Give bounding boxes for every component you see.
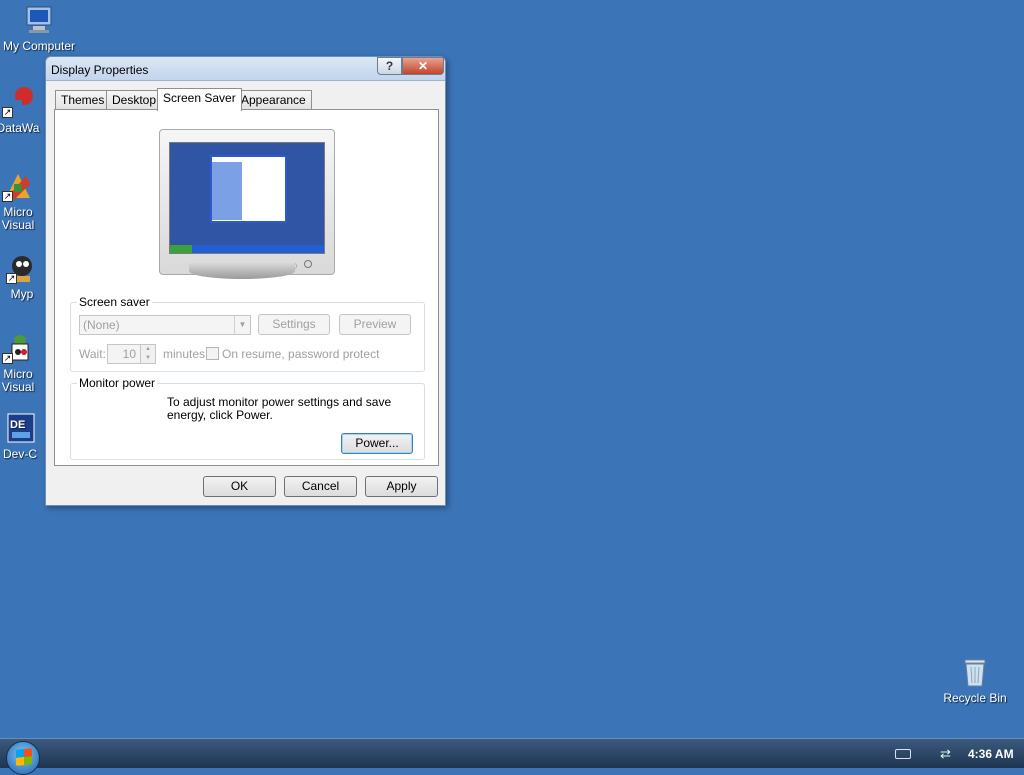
monitor-power-knob-icon bbox=[304, 260, 312, 268]
tab-themes[interactable]: Themes bbox=[55, 90, 111, 110]
shortcut-arrow-icon: ↗ bbox=[2, 107, 13, 118]
password-protect-checkbox[interactable] bbox=[206, 347, 219, 360]
desktop-icon-label: My Computer bbox=[2, 39, 76, 53]
ok-button[interactable]: OK bbox=[203, 476, 276, 497]
myp-icon: ↗ bbox=[6, 252, 38, 284]
help-button[interactable]: ? bbox=[377, 57, 402, 75]
desktop-icon-recycle-bin[interactable]: Recycle Bin bbox=[930, 656, 1020, 705]
datawa-icon: ↗ bbox=[2, 86, 34, 118]
tab-screen-saver[interactable]: Screen Saver bbox=[157, 88, 242, 111]
desktop-icon-label: Recycle Bin bbox=[943, 691, 1007, 705]
wait-label: Wait: bbox=[79, 347, 106, 361]
power-button[interactable]: Power... bbox=[341, 433, 413, 454]
preview-screen bbox=[169, 142, 325, 254]
window-title: Display Properties bbox=[51, 63, 149, 77]
settings-button[interactable]: Settings bbox=[258, 314, 330, 335]
clock[interactable]: 4:36 AM bbox=[968, 747, 1014, 761]
screen-saver-panel: Screen saver (None) ▼ Settings Preview W… bbox=[54, 109, 439, 466]
desktop-icon-visual-1[interactable]: ↗ Micro Visual bbox=[0, 170, 48, 232]
apply-button[interactable]: Apply bbox=[365, 476, 438, 497]
visual-studio-icon: ↗ bbox=[2, 170, 34, 202]
desktop-icon-label: DataWa bbox=[0, 121, 40, 135]
dev-cpp-icon: DE bbox=[4, 412, 36, 444]
taskbar: ⇄ 4:36 AM bbox=[0, 738, 1024, 775]
keyboard-icon[interactable] bbox=[895, 749, 911, 759]
desktop-icon-my-computer[interactable]: My Computer bbox=[0, 4, 84, 53]
screen-saver-group: Screen saver (None) ▼ Settings Preview W… bbox=[70, 295, 425, 372]
password-protect-label: On resume, password protect bbox=[222, 347, 380, 361]
desktop-icon-visual-2[interactable]: ↗ Micro Visual bbox=[0, 332, 48, 394]
shortcut-arrow-icon: ↗ bbox=[2, 191, 13, 202]
screen-saver-selected: (None) bbox=[83, 318, 120, 332]
network-icon[interactable]: ⇄ bbox=[940, 746, 951, 762]
preview-window-image bbox=[210, 155, 287, 223]
minutes-label: minutes bbox=[163, 347, 206, 361]
help-icon: ? bbox=[385, 59, 394, 73]
spin-down-icon: ▼ bbox=[145, 355, 151, 361]
display-properties-window: Display Properties ? ✕ Themes Desktop Sc… bbox=[45, 56, 446, 506]
computer-icon bbox=[23, 4, 55, 36]
preview-button[interactable]: Preview bbox=[339, 314, 411, 335]
wait-minutes-input[interactable]: 10 bbox=[107, 344, 141, 364]
chevron-down-icon: ▼ bbox=[234, 316, 250, 334]
desktop-icon-datawa[interactable]: ↗ DataWa bbox=[0, 86, 48, 135]
title-bar[interactable]: Display Properties ? ✕ bbox=[46, 57, 445, 81]
screen-saver-select[interactable]: (None) ▼ bbox=[79, 315, 251, 335]
svg-text:DE: DE bbox=[10, 419, 25, 431]
monitor-stand bbox=[189, 263, 295, 279]
tab-desktop[interactable]: Desktop bbox=[106, 90, 163, 110]
tab-appearance[interactable]: Appearance bbox=[235, 90, 312, 110]
desktop-icon-label: Dev-C bbox=[2, 447, 37, 461]
start-button[interactable] bbox=[6, 741, 40, 775]
close-button[interactable]: ✕ bbox=[402, 57, 444, 75]
windows-logo-icon bbox=[16, 748, 32, 766]
wait-spinner[interactable]: ▲ ▼ bbox=[140, 344, 156, 364]
shortcut-arrow-icon: ↗ bbox=[6, 273, 17, 284]
preview-taskbar bbox=[170, 245, 324, 253]
recycle-bin-icon bbox=[959, 656, 991, 688]
desktop-icon-dev-c[interactable]: DE Dev-C bbox=[0, 412, 50, 461]
close-icon: ✕ bbox=[417, 59, 429, 73]
monitor-power-description: To adjust monitor power settings and sav… bbox=[167, 395, 392, 422]
shortcut-arrow-icon: ↗ bbox=[2, 353, 13, 364]
desktop-icon-label: Micro Visual bbox=[1, 367, 35, 394]
monitor-power-group-label: Monitor power bbox=[77, 376, 158, 390]
screen-saver-group-label: Screen saver bbox=[77, 295, 152, 309]
visual-icon: ↗ bbox=[2, 332, 34, 364]
monitor-power-group: Monitor power To adjust monitor power se… bbox=[70, 376, 425, 460]
desktop-icon-label: Micro Visual bbox=[1, 205, 35, 232]
cancel-button[interactable]: Cancel bbox=[284, 476, 357, 497]
monitor-preview bbox=[159, 129, 335, 275]
spin-up-icon: ▲ bbox=[145, 346, 151, 352]
